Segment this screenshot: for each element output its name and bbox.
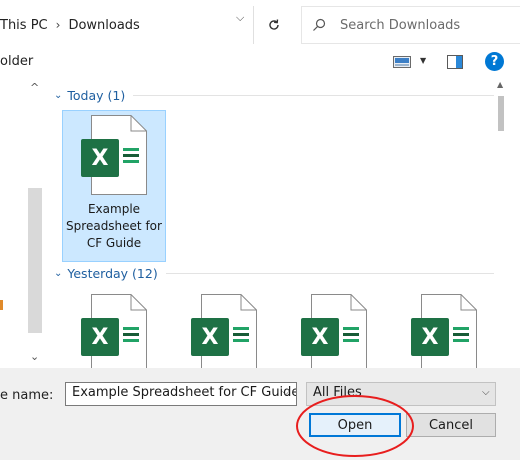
file-name-label: e name: — [0, 388, 54, 403]
collapse-chevron-icon: ⌄ — [54, 268, 63, 279]
toolbar: older ▼ ? — [0, 48, 520, 76]
file-item[interactable]: X — [172, 294, 276, 368]
address-bar[interactable]: This PC › Downloads — [0, 6, 295, 44]
file-item[interactable]: X — [62, 294, 166, 368]
group-divider — [133, 95, 494, 96]
group-divider — [165, 273, 494, 274]
search-box[interactable]: Search Downloads — [301, 6, 520, 44]
excel-file-icon: X — [81, 294, 147, 368]
breadcrumb-downloads[interactable]: Downloads — [68, 18, 139, 33]
file-item[interactable]: X — [282, 294, 386, 368]
file-list-scrollbar[interactable]: ▲ — [497, 78, 520, 368]
group-header-today[interactable]: ⌄ Today (1) — [54, 88, 494, 103]
preview-pane-button[interactable] — [447, 55, 463, 72]
group-label: Today (1) — [67, 88, 126, 103]
open-button[interactable]: Open — [309, 413, 401, 437]
help-icon: ? — [490, 54, 499, 69]
breadcrumb-separator: › — [55, 18, 61, 32]
file-name-input[interactable]: Example Spreadsheet for CF Guide — [65, 382, 297, 406]
nav-scroll-up-icon[interactable]: ^ — [30, 81, 39, 94]
navigation-pane: ^ ⌄ — [0, 78, 42, 368]
change-view-button[interactable] — [393, 56, 411, 71]
view-icon — [393, 56, 411, 68]
breadcrumb-this-pc[interactable]: This PC — [0, 18, 48, 33]
excel-file-icon: X — [411, 294, 477, 368]
help-button[interactable]: ? — [485, 52, 504, 71]
dialog-footer: e name: Example Spreadsheet for CF Guide… — [0, 368, 520, 460]
excel-file-icon: X — [81, 115, 147, 195]
new-folder-button[interactable]: older — [0, 54, 33, 69]
file-type-chevron-down-icon[interactable]: ⌵ — [482, 387, 490, 398]
group-header-yesterday[interactable]: ⌄ Yesterday (12) — [54, 266, 494, 281]
scrollbar-thumb[interactable] — [498, 96, 504, 131]
scroll-up-icon[interactable]: ▲ — [497, 80, 503, 89]
cancel-button[interactable]: Cancel — [406, 413, 496, 437]
view-options-chevron-down-icon[interactable]: ▼ — [420, 56, 426, 65]
file-type-select[interactable]: All Files — [306, 382, 496, 406]
preview-pane-icon — [447, 55, 463, 69]
file-list: ⌄ Today (1) X Example Spreadsheet for CF… — [42, 78, 497, 368]
collapse-chevron-icon: ⌄ — [54, 90, 63, 101]
refresh-icon — [268, 19, 279, 30]
nav-scroll-down-icon[interactable]: ⌄ — [30, 350, 39, 363]
address-history-chevron-down-icon[interactable]: ⌵ — [236, 11, 244, 25]
excel-file-icon: X — [191, 294, 257, 368]
search-icon — [313, 18, 326, 31]
file-item-selected[interactable]: X Example Spreadsheet for CF Guide — [62, 110, 166, 262]
file-name-chevron-down-icon[interactable]: ⌵ — [282, 387, 290, 398]
excel-file-icon: X — [301, 294, 367, 368]
nav-item-marker — [0, 300, 3, 310]
file-item[interactable]: X — [392, 294, 496, 368]
nav-scrollbar-thumb[interactable] — [28, 188, 42, 333]
group-label: Yesterday (12) — [67, 266, 158, 281]
file-name: Example Spreadsheet for CF Guide — [66, 202, 162, 250]
search-input[interactable]: Search Downloads — [340, 18, 460, 33]
refresh-button[interactable] — [253, 6, 293, 44]
